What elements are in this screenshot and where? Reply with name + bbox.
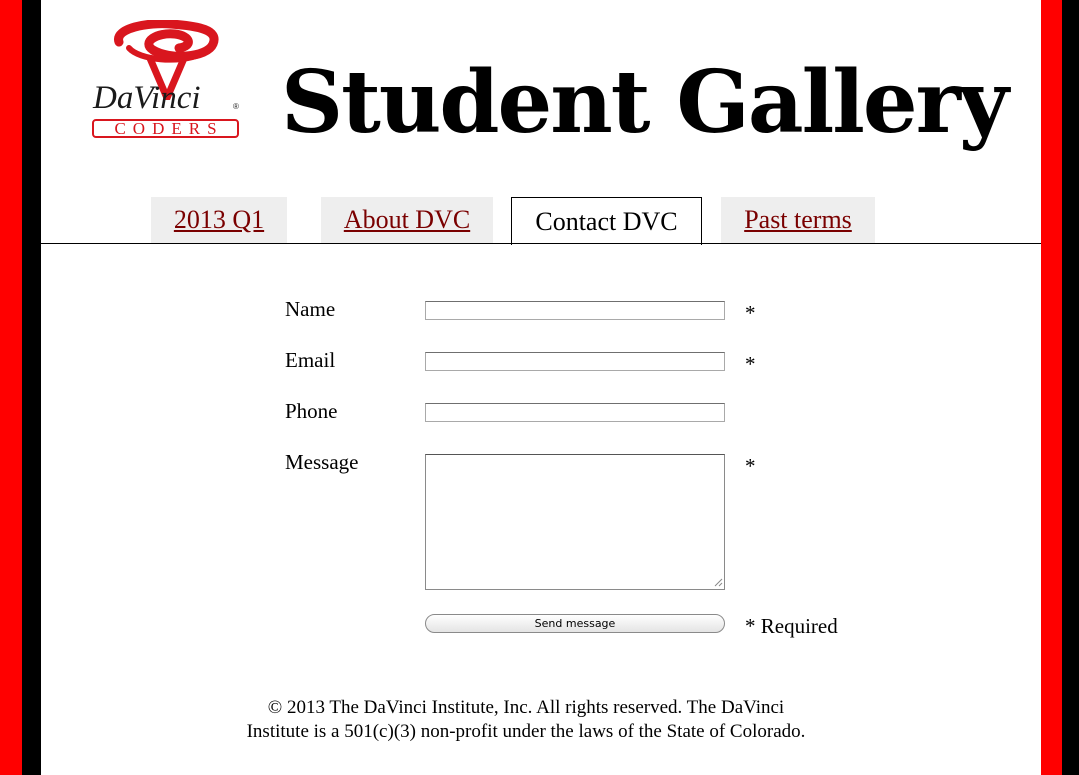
logo-subtitle: CODERS bbox=[92, 119, 239, 138]
davinci-logo[interactable]: DaVinci ® CODERS bbox=[89, 20, 245, 145]
message-field[interactable] bbox=[425, 454, 725, 590]
page-title: Student Gallery bbox=[281, 52, 1009, 153]
tab-past-terms[interactable]: Past terms bbox=[721, 197, 875, 243]
tab-contact-dvc[interactable]: Contact DVC bbox=[511, 197, 702, 245]
left-red-border bbox=[0, 0, 22, 775]
logo-wordmark: DaVinci bbox=[93, 80, 201, 116]
name-label: Name bbox=[285, 297, 336, 321]
tabs-baseline bbox=[41, 243, 1041, 244]
phone-field[interactable] bbox=[425, 403, 725, 422]
phone-label: Phone bbox=[285, 399, 338, 423]
footer-line-2: Institute is a 501(c)(3) non-profit unde… bbox=[246, 721, 806, 742]
name-required-mark: * bbox=[745, 301, 756, 325]
send-message-button[interactable]: Send message bbox=[425, 614, 725, 633]
email-label: Email bbox=[285, 348, 336, 372]
tab-2013-q1[interactable]: 2013 Q1 bbox=[151, 197, 287, 243]
right-red-border bbox=[1041, 0, 1062, 775]
textarea-resize-grip-icon[interactable] bbox=[714, 578, 723, 587]
name-field[interactable] bbox=[425, 301, 725, 320]
email-field[interactable] bbox=[425, 352, 725, 371]
footer-line-1: © 2013 The DaVinci Institute, Inc. All r… bbox=[267, 697, 785, 718]
message-label: Message bbox=[285, 450, 359, 474]
page-container: DaVinci ® CODERS Student Gallery 2013 Q1… bbox=[41, 0, 1041, 775]
footer: © 2013 The DaVinci Institute, Inc. All r… bbox=[201, 696, 851, 744]
email-required-mark: * bbox=[745, 352, 756, 376]
message-required-mark: * bbox=[745, 454, 756, 478]
logo-registered-mark: ® bbox=[233, 102, 239, 111]
tab-about-dvc[interactable]: About DVC bbox=[321, 197, 493, 243]
required-note: * Required bbox=[745, 614, 838, 638]
